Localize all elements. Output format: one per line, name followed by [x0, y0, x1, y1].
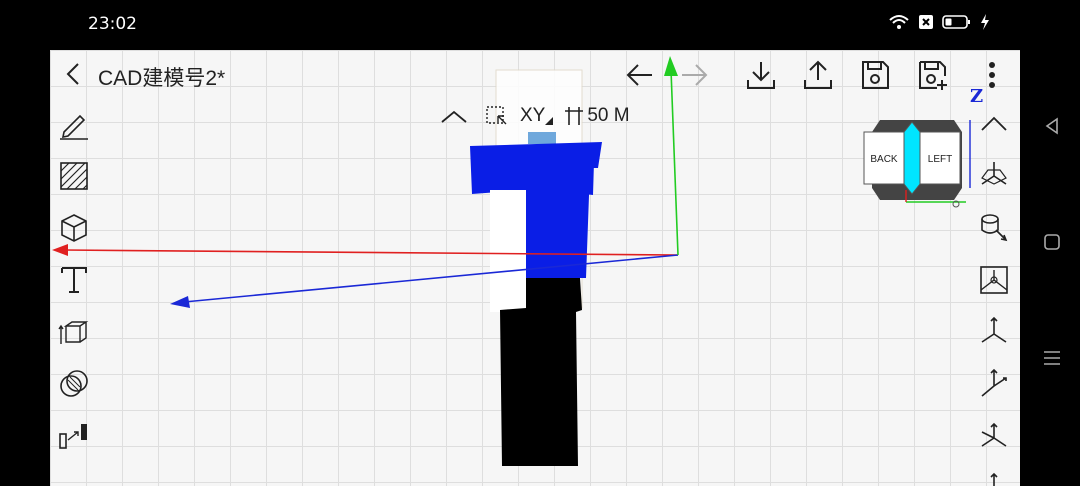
top-toolbar: CAD建模号2* — [50, 50, 1020, 98]
view-iso-icon[interactable] — [976, 158, 1012, 194]
axis-view-1-icon[interactable] — [976, 314, 1012, 350]
text-icon[interactable] — [56, 262, 92, 298]
z-axis-label: Z — [970, 86, 984, 107]
status-icons — [888, 14, 990, 30]
status-time: 23:02 — [88, 14, 137, 34]
boolean-icon[interactable] — [56, 366, 92, 402]
view-toolbar: XY 50 M — [438, 102, 630, 130]
axis-view-3-icon[interactable] — [976, 418, 1012, 454]
axis-view-4-icon[interactable] — [976, 470, 1012, 486]
redo-arrow-icon[interactable] — [678, 58, 712, 92]
save-icon[interactable] — [858, 58, 892, 92]
save-as-icon[interactable] — [915, 58, 949, 92]
export-icon[interactable] — [801, 58, 835, 92]
system-nav-bar — [1022, 50, 1080, 486]
model-sleeve-right — [584, 162, 594, 195]
charging-icon — [981, 14, 989, 30]
measure-icon[interactable] — [56, 418, 92, 454]
image-view-icon[interactable] — [976, 262, 1012, 298]
grid-size-icon — [565, 107, 584, 125]
hatch-icon[interactable] — [56, 158, 92, 194]
select-region-icon[interactable] — [484, 104, 512, 128]
cube-face-left: BACK — [870, 154, 898, 165]
z-axis-line — [183, 254, 679, 303]
dropdown-corner-icon — [545, 117, 554, 125]
view-cube[interactable]: BACK LEFT — [862, 118, 972, 214]
collapse-icon[interactable] — [976, 106, 1012, 142]
model-shirt — [470, 142, 602, 278]
cube-face-right: LEFT — [928, 154, 952, 165]
document-title: CAD建模号2* — [98, 67, 226, 90]
axis-view-2-icon[interactable] — [976, 366, 1012, 402]
sim-blocked-icon — [919, 15, 933, 29]
more-icon[interactable] — [982, 58, 1002, 92]
wifi-icon — [889, 15, 909, 29]
back-arrow-icon[interactable] — [60, 60, 88, 88]
extrude-icon[interactable] — [56, 314, 92, 350]
pencil-icon[interactable] — [56, 106, 92, 142]
nav-home-icon[interactable] — [1042, 232, 1062, 252]
cylinder-view-icon[interactable] — [976, 210, 1012, 246]
model-arm — [490, 190, 526, 312]
cad-viewport[interactable]: CAD建模号2* XY 50 M Z BACK LEFT — [50, 50, 1020, 486]
nav-back-icon[interactable] — [1042, 116, 1062, 136]
z-axis-arrow — [170, 296, 190, 308]
cube-icon[interactable] — [56, 210, 92, 246]
nav-menu-icon[interactable] — [1042, 348, 1062, 368]
model-neck — [528, 132, 556, 144]
collapse-up-icon[interactable] — [438, 104, 470, 128]
grid-size-label[interactable]: 50 M — [587, 105, 629, 127]
status-bar: 23:02 — [0, 0, 1080, 50]
undo-arrow-icon[interactable] — [622, 58, 656, 92]
battery-icon — [942, 15, 970, 29]
view-plane-label[interactable]: XY — [520, 105, 545, 127]
import-icon[interactable] — [744, 58, 778, 92]
